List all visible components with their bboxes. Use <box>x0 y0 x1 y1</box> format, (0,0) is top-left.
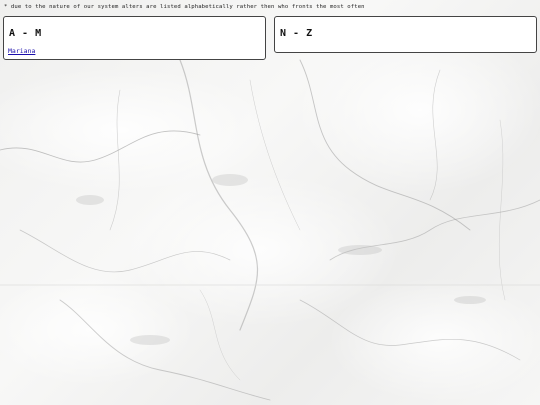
alter-link-mariana[interactable]: Mariana <box>8 47 35 55</box>
panel-a-m: A - M Mariana <box>3 16 266 60</box>
alphabetical-order-note: * due to the nature of our system alters… <box>4 4 365 10</box>
panel-heading-a-m: A - M <box>9 28 42 39</box>
panel-n-z: N - Z <box>274 16 537 53</box>
marble-background <box>0 59 540 401</box>
panel-heading-n-z: N - Z <box>280 28 313 39</box>
